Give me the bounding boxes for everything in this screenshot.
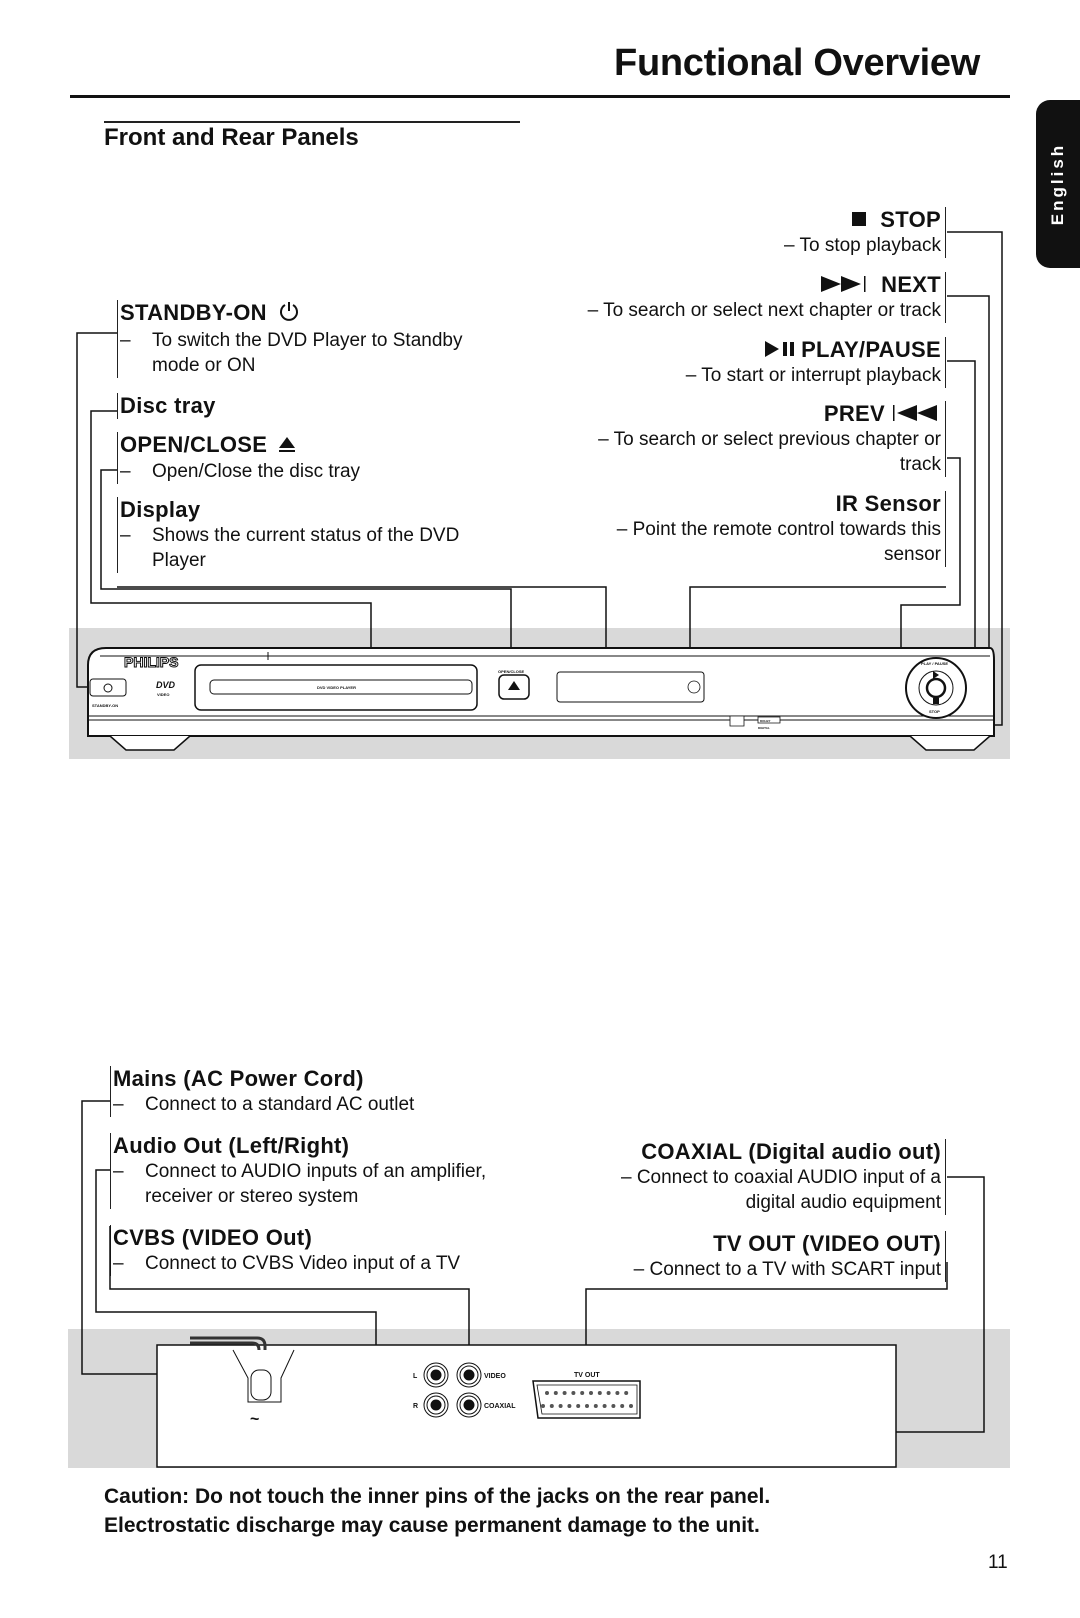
scart-pin <box>620 1404 625 1408</box>
coaxial-jack <box>457 1393 481 1417</box>
dvd-logo-sub: VIDEO <box>157 692 169 697</box>
rear-panel-diagram: ~ L R VIDEO COAXIAL TV OUT <box>0 1000 1080 1480</box>
tray-label: DVD VIDEO PLAYER <box>317 685 356 690</box>
dolby-logo: DOLBY <box>760 719 771 723</box>
right-jack-label: R <box>413 1403 418 1410</box>
open-close-panel-label: OPEN/CLOSE <box>498 669 525 674</box>
scart-pin <box>611 1404 616 1408</box>
leader-next <box>947 296 989 684</box>
leader-standby <box>77 333 117 687</box>
scart-pin <box>541 1404 545 1408</box>
scart-pin <box>567 1404 572 1408</box>
ac-symbol: ~ <box>250 1411 259 1428</box>
scart-pin <box>571 1391 576 1395</box>
scart-pin <box>615 1391 620 1395</box>
scart-pin <box>576 1404 581 1408</box>
scart-pin <box>553 1391 558 1395</box>
scart-pin <box>602 1404 607 1408</box>
scart-pin <box>545 1391 549 1395</box>
leader-mains <box>82 1101 232 1374</box>
scart-pin <box>589 1391 593 1395</box>
audio-left-jack <box>424 1363 448 1387</box>
caution-note: Caution: Do not touch the inner pins of … <box>104 1482 770 1540</box>
standby-panel-label: STANDBY-ON <box>92 703 118 708</box>
coaxial-jack-label: COAXIAL <box>484 1403 516 1410</box>
video-jack-label: VIDEO <box>484 1373 506 1380</box>
dvd-player-rear <box>157 1338 896 1467</box>
ir-sensor-window <box>688 681 700 693</box>
scart-pin <box>629 1404 633 1408</box>
leader-play-pause <box>936 361 975 666</box>
dvd-logo: DVD <box>156 680 176 690</box>
scart-pin <box>562 1391 567 1395</box>
brand-logo: PHILIPS <box>124 654 178 670</box>
play-pause-panel-label: PLAY / PAUSE <box>921 661 948 666</box>
front-panel-diagram: PHILIPS DVD VIDEO DVD VIDEO PLAYER STAND… <box>0 0 1080 800</box>
caution-line: Caution: Do not touch the inner pins of … <box>104 1485 771 1508</box>
dolby-logo-sub: DIGITAL <box>758 726 770 730</box>
dvd-player-front <box>88 648 994 750</box>
scart-pin <box>606 1391 611 1395</box>
stop-panel-label: STOP <box>929 709 940 714</box>
caution-line: Electrostatic discharge may cause perman… <box>104 1514 760 1537</box>
page-number: 11 <box>988 1552 1008 1573</box>
tv-out-label: TV OUT <box>574 1372 600 1379</box>
left-jack-label: L <box>413 1373 418 1380</box>
leader-open-close <box>101 470 511 667</box>
scart-pin <box>624 1391 629 1395</box>
scart-pin <box>580 1391 585 1395</box>
leader-disc-tray <box>91 411 371 686</box>
scart-pin <box>593 1404 598 1408</box>
scart-pin <box>585 1404 589 1408</box>
video-jack <box>457 1363 481 1387</box>
audio-right-jack <box>424 1393 448 1417</box>
scart-pin <box>549 1404 554 1408</box>
scart-pin <box>558 1404 563 1408</box>
scart-pin <box>597 1391 602 1395</box>
